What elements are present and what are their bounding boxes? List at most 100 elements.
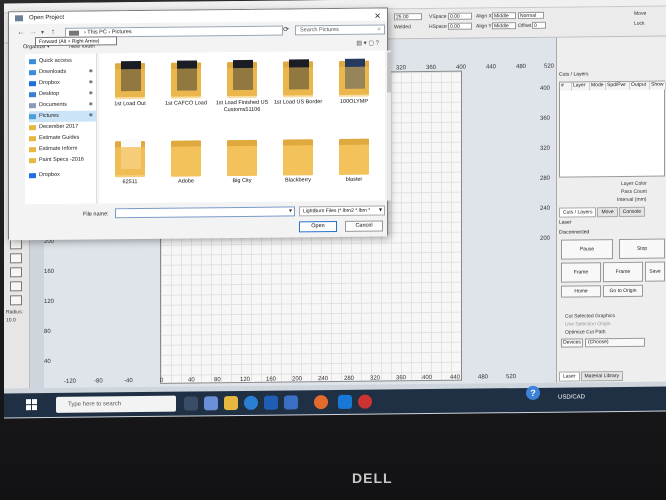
tool-icon-1[interactable] — [10, 239, 22, 250]
nav-item-estimate-inform[interactable]: Estimate Inform — [29, 143, 97, 155]
search-input[interactable]: Search Pictures ⌕ — [295, 24, 385, 36]
task-view-icon[interactable] — [184, 396, 198, 411]
close-icon[interactable]: ✕ — [374, 11, 381, 23]
devices-button[interactable]: Devices — [561, 338, 583, 348]
folder-item[interactable]: Adobe — [159, 132, 213, 203]
view-options-icon[interactable]: ▤ ▾ ▢ ? — [356, 40, 379, 47]
nav-item-december-2017[interactable]: December 2017 — [29, 121, 97, 133]
mail-icon[interactable] — [284, 395, 298, 410]
save-gcode-button[interactable]: Save GC — [645, 261, 665, 282]
tab-cuts-layers[interactable]: Cuts / Layers — [559, 207, 597, 218]
firefox-icon[interactable] — [314, 395, 328, 410]
back-arrow-icon[interactable]: ← — [17, 27, 25, 36]
refresh-icon[interactable]: ⟳ — [281, 25, 291, 35]
ruler-bottom-label: 240 — [318, 376, 329, 383]
chevron-down-icon[interactable]: ▾ — [289, 207, 292, 214]
align-y-select[interactable]: Middle — [492, 22, 516, 30]
open-button[interactable]: Open — [299, 220, 337, 233]
copilot-icon[interactable] — [204, 396, 218, 411]
nav-item-dropbox[interactable]: Dropbox ✱ — [29, 77, 97, 89]
radius-value[interactable]: 10.0 — [6, 317, 16, 323]
ruler-right-label: 200 — [540, 235, 551, 242]
go-to-origin-button[interactable]: Go to Origin — [603, 284, 643, 298]
col-header: Show — [650, 81, 666, 90]
store-icon[interactable] — [264, 395, 278, 410]
ruler-bottom-label: 360 — [396, 375, 407, 382]
ruler-right-label: 360 — [540, 115, 551, 122]
hspace-field[interactable]: 0.00 — [448, 22, 472, 30]
nav-item-paint-specs[interactable]: Paint Specs -2016 — [29, 154, 97, 166]
edge-icon[interactable] — [244, 395, 258, 410]
windows-start-icon[interactable] — [26, 399, 38, 411]
interval-label: Interval (mm) — [617, 196, 647, 204]
nav-item-documents[interactable]: Documents ✱ — [29, 99, 97, 111]
nav-item-desktop[interactable]: Desktop ✱ — [29, 88, 97, 100]
folder-label: Big City — [232, 177, 252, 185]
cut-selected-checkbox[interactable]: Cut Selected Graphics — [565, 313, 615, 320]
offset-field[interactable]: 0 — [532, 21, 546, 29]
move-label: Move — [634, 10, 647, 17]
stop-button[interactable]: Stop — [619, 238, 665, 260]
recent-dropdown-icon[interactable]: ▾ — [41, 29, 44, 36]
file-explorer-icon[interactable] — [224, 396, 238, 411]
file-type-select[interactable]: LightBurn Files (*.lbrn2 *.lbrn * ▾ — [299, 205, 385, 217]
folder-item[interactable]: blaster — [327, 131, 381, 204]
ruler-bottom-label: 40 — [188, 377, 195, 384]
star-icon — [29, 59, 36, 65]
folder-icon — [339, 137, 369, 175]
help-icon[interactable]: ? — [526, 385, 540, 400]
pause-button[interactable]: Pause — [561, 239, 613, 260]
tab-console[interactable]: Console — [618, 206, 646, 218]
tab-material-library[interactable]: Material Library — [580, 370, 623, 382]
tab-move[interactable]: Move — [597, 207, 618, 218]
align-x-select[interactable]: Middle — [492, 12, 516, 20]
nav-item-estimate-guides[interactable]: Estimate Guides — [29, 132, 97, 144]
vspace-field[interactable]: 0.00 — [448, 12, 472, 20]
home-button[interactable]: Home — [561, 285, 601, 298]
ruler-bottom-label: 200 — [292, 376, 303, 383]
nav-item-pictures[interactable]: Pictures ✱ — [29, 110, 97, 123]
folder-item[interactable]: 1st Load US Border — [271, 53, 325, 128]
cuts-layers-table[interactable]: # Layer Mode Spd/Pwr Output Show — [559, 80, 666, 178]
folder-item[interactable]: Blackberry — [271, 131, 325, 203]
currency-widget[interactable]: USD/CAD — [558, 394, 585, 400]
folder-item[interactable]: 100OLYMP — [327, 53, 381, 128]
laser-status: Disconnected — [559, 229, 590, 236]
cancel-button[interactable]: Cancel — [345, 220, 383, 232]
nav-item-downloads[interactable]: Downloads ✱ — [29, 66, 97, 78]
device-select[interactable]: (Choose) — [585, 337, 645, 348]
taskbar-search-input[interactable]: Type here to search — [56, 395, 176, 413]
nav-item-quick-access[interactable]: Quick access — [29, 55, 97, 67]
folder-item[interactable]: 1st Load Out — [103, 55, 157, 130]
folder-item[interactable]: 1st CAFCO Load — [159, 54, 213, 129]
grid-array-icon[interactable] — [10, 267, 22, 278]
folder-item[interactable]: 62511 — [103, 133, 157, 204]
up-arrow-icon[interactable]: ↑ — [51, 27, 55, 36]
folder-label: 1st Load Out — [114, 100, 146, 108]
folder-item[interactable]: 1st Load Finished US Customs51106 — [215, 54, 269, 129]
layer-color-label: Layer Color — [621, 180, 647, 188]
lightburn-icon[interactable] — [358, 394, 372, 409]
nav-item-label: Desktop — [39, 90, 60, 98]
frame-button-2[interactable]: Frame — [603, 261, 643, 283]
outlook-icon[interactable] — [338, 394, 352, 409]
file-name-input[interactable]: ▾ — [115, 206, 295, 219]
tool-icon-2[interactable] — [10, 253, 22, 264]
normal-select[interactable]: Normal — [518, 11, 544, 20]
pc-icon — [69, 30, 79, 36]
tool-icon-4[interactable] — [10, 281, 22, 292]
ruler-bottom-label: 280 — [344, 375, 355, 382]
scroll-thumb[interactable] — [387, 52, 391, 93]
tab-laser[interactable]: Laser — [559, 371, 580, 382]
ruler-left-label: 80 — [44, 328, 51, 336]
optimize-cut-path-checkbox[interactable]: Optimize Cut Path — [565, 329, 606, 335]
file-list-scrollbar[interactable] — [387, 50, 391, 201]
use-selection-origin-checkbox[interactable]: Use Selection Origin — [565, 321, 611, 327]
devices-label: Devices — [563, 339, 581, 346]
nav-item-dropbox-root[interactable]: Dropbox — [29, 169, 97, 181]
frame-button-1[interactable]: Frame — [561, 262, 601, 283]
width-field[interactable]: 25.00 — [394, 13, 422, 21]
folder-item[interactable]: Big City — [215, 132, 269, 204]
tool-icon-5[interactable] — [10, 295, 22, 306]
forward-arrow-icon[interactable]: → — [29, 27, 37, 36]
